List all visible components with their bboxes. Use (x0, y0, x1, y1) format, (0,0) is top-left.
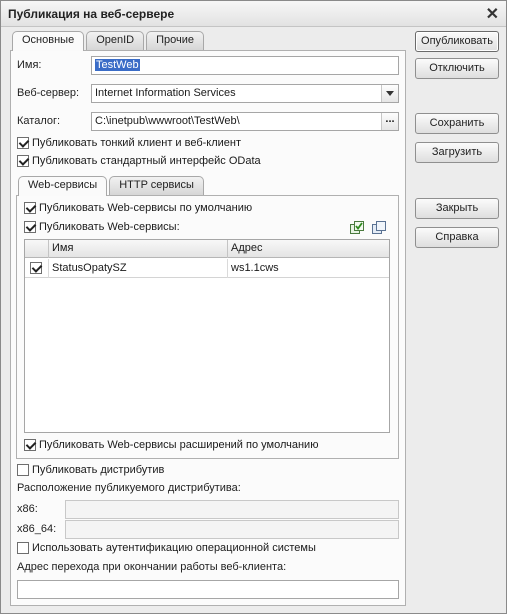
header-name[interactable]: Имя (49, 240, 228, 258)
table-row[interactable]: StatusOpatySZ ws1.1cws (25, 259, 389, 278)
uncheck-all-icon[interactable] (372, 221, 386, 234)
row-address: ws1.1cws (231, 262, 279, 274)
row-name: StatusOpatySZ (49, 259, 228, 278)
exit-url-field[interactable] (17, 580, 399, 599)
main-tab-panel: Имя: TestWeb Веб-сервер: Internet Inform… (10, 50, 406, 606)
close-button[interactable]: Закрыть (415, 198, 499, 219)
name-field[interactable]: TestWeb (91, 56, 399, 75)
services-tabs: Web-сервисы HTTP сервисы (18, 176, 204, 196)
x86-label: x86: (17, 503, 38, 515)
check-all-icon[interactable] (350, 221, 364, 234)
catalog-field[interactable]: C:\inetpub\wwwroot\TestWeb\ ... (91, 112, 399, 131)
distrib-location-label: Расположение публикуемого дистрибутива: (17, 482, 241, 494)
checkbox-label: Использовать аутентификацию операционной… (32, 542, 316, 554)
tab-openid[interactable]: OpenID (86, 31, 145, 50)
tab-web-services[interactable]: Web-сервисы (18, 176, 108, 196)
browse-button[interactable]: ... (381, 113, 398, 130)
webserver-select[interactable]: Internet Information Services (91, 84, 399, 103)
checkbox-label: Публиковать тонкий клиент и веб-клиент (32, 137, 242, 149)
checkbox-box[interactable] (17, 155, 29, 167)
publish-button[interactable]: Опубликовать (415, 31, 499, 52)
chevron-down-icon[interactable] (381, 85, 398, 102)
window-title: Публикация на веб-сервере (8, 7, 175, 21)
save-button[interactable]: Сохранить (415, 113, 499, 134)
publish-odata-checkbox[interactable]: Публиковать стандартный интерфейс OData (17, 155, 261, 167)
publish-extensions-ws-checkbox[interactable]: Публиковать Web-сервисы расширений по ум… (24, 439, 318, 451)
ws-table: Имя Адрес StatusOpatySZ ws1.1cws (24, 239, 390, 433)
main-tabs: Основные OpenID Прочие (12, 31, 205, 51)
checkbox-box[interactable] (17, 542, 29, 554)
checkbox-label: Публиковать дистрибутив (32, 464, 165, 476)
publish-dialog: Публикация на веб-сервере ✕ Основные Ope… (0, 0, 507, 614)
exit-url-label: Адрес перехода при окончании работы веб-… (17, 561, 287, 573)
row-checkbox[interactable] (30, 262, 42, 274)
checkbox-label: Публиковать Web-сервисы расширений по ум… (39, 439, 319, 451)
unpublish-button[interactable]: Отключить (415, 58, 499, 79)
tab-main[interactable]: Основные (12, 31, 85, 51)
checkbox-box[interactable] (17, 137, 29, 149)
row-check-cell[interactable] (25, 259, 49, 278)
load-button[interactable]: Загрузить (415, 142, 499, 163)
table-header: Имя Адрес (25, 240, 389, 258)
x86-64-field[interactable] (65, 520, 399, 539)
checkbox-box[interactable] (24, 202, 36, 214)
checkbox-box[interactable] (24, 439, 36, 451)
publish-ws-checkbox[interactable]: Публиковать Web-сервисы: (24, 221, 180, 233)
catalog-label: Каталог: (17, 115, 61, 127)
name-value: TestWeb (95, 59, 140, 71)
publish-thin-client-checkbox[interactable]: Публиковать тонкий клиент и веб-клиент (17, 137, 241, 149)
webserver-label: Веб-сервер: (17, 87, 80, 99)
tab-other[interactable]: Прочие (146, 31, 205, 50)
publish-default-ws-checkbox[interactable]: Публиковать Web-сервисы по умолчанию (24, 202, 252, 214)
checkbox-box[interactable] (17, 464, 29, 476)
tab-http-services[interactable]: HTTP сервисы (109, 176, 204, 195)
checkbox-label: Публиковать Web-сервисы по умолчанию (39, 202, 253, 214)
webserver-value: Internet Information Services (95, 87, 236, 99)
x86-field[interactable] (65, 500, 399, 519)
help-button[interactable]: Справка (415, 227, 499, 248)
header-check (25, 240, 49, 258)
checkbox-label: Публиковать стандартный интерфейс OData (32, 155, 261, 167)
catalog-value: C:\inetpub\wwwroot\TestWeb\ (95, 115, 240, 127)
title-bar: Публикация на веб-сервере ✕ (1, 1, 506, 27)
x86-64-label: x86_64: (17, 523, 57, 535)
header-address[interactable]: Адрес (228, 240, 389, 258)
publish-distrib-checkbox[interactable]: Публиковать дистрибутив (17, 464, 164, 476)
web-services-panel: Публиковать Web-сервисы по умолчанию Пуб… (16, 195, 399, 459)
checkbox-box[interactable] (24, 221, 36, 233)
checkbox-label: Публиковать Web-сервисы: (39, 221, 180, 233)
name-label: Имя: (17, 59, 42, 71)
close-icon[interactable]: ✕ (486, 4, 499, 24)
os-auth-checkbox[interactable]: Использовать аутентификацию операционной… (17, 542, 316, 554)
